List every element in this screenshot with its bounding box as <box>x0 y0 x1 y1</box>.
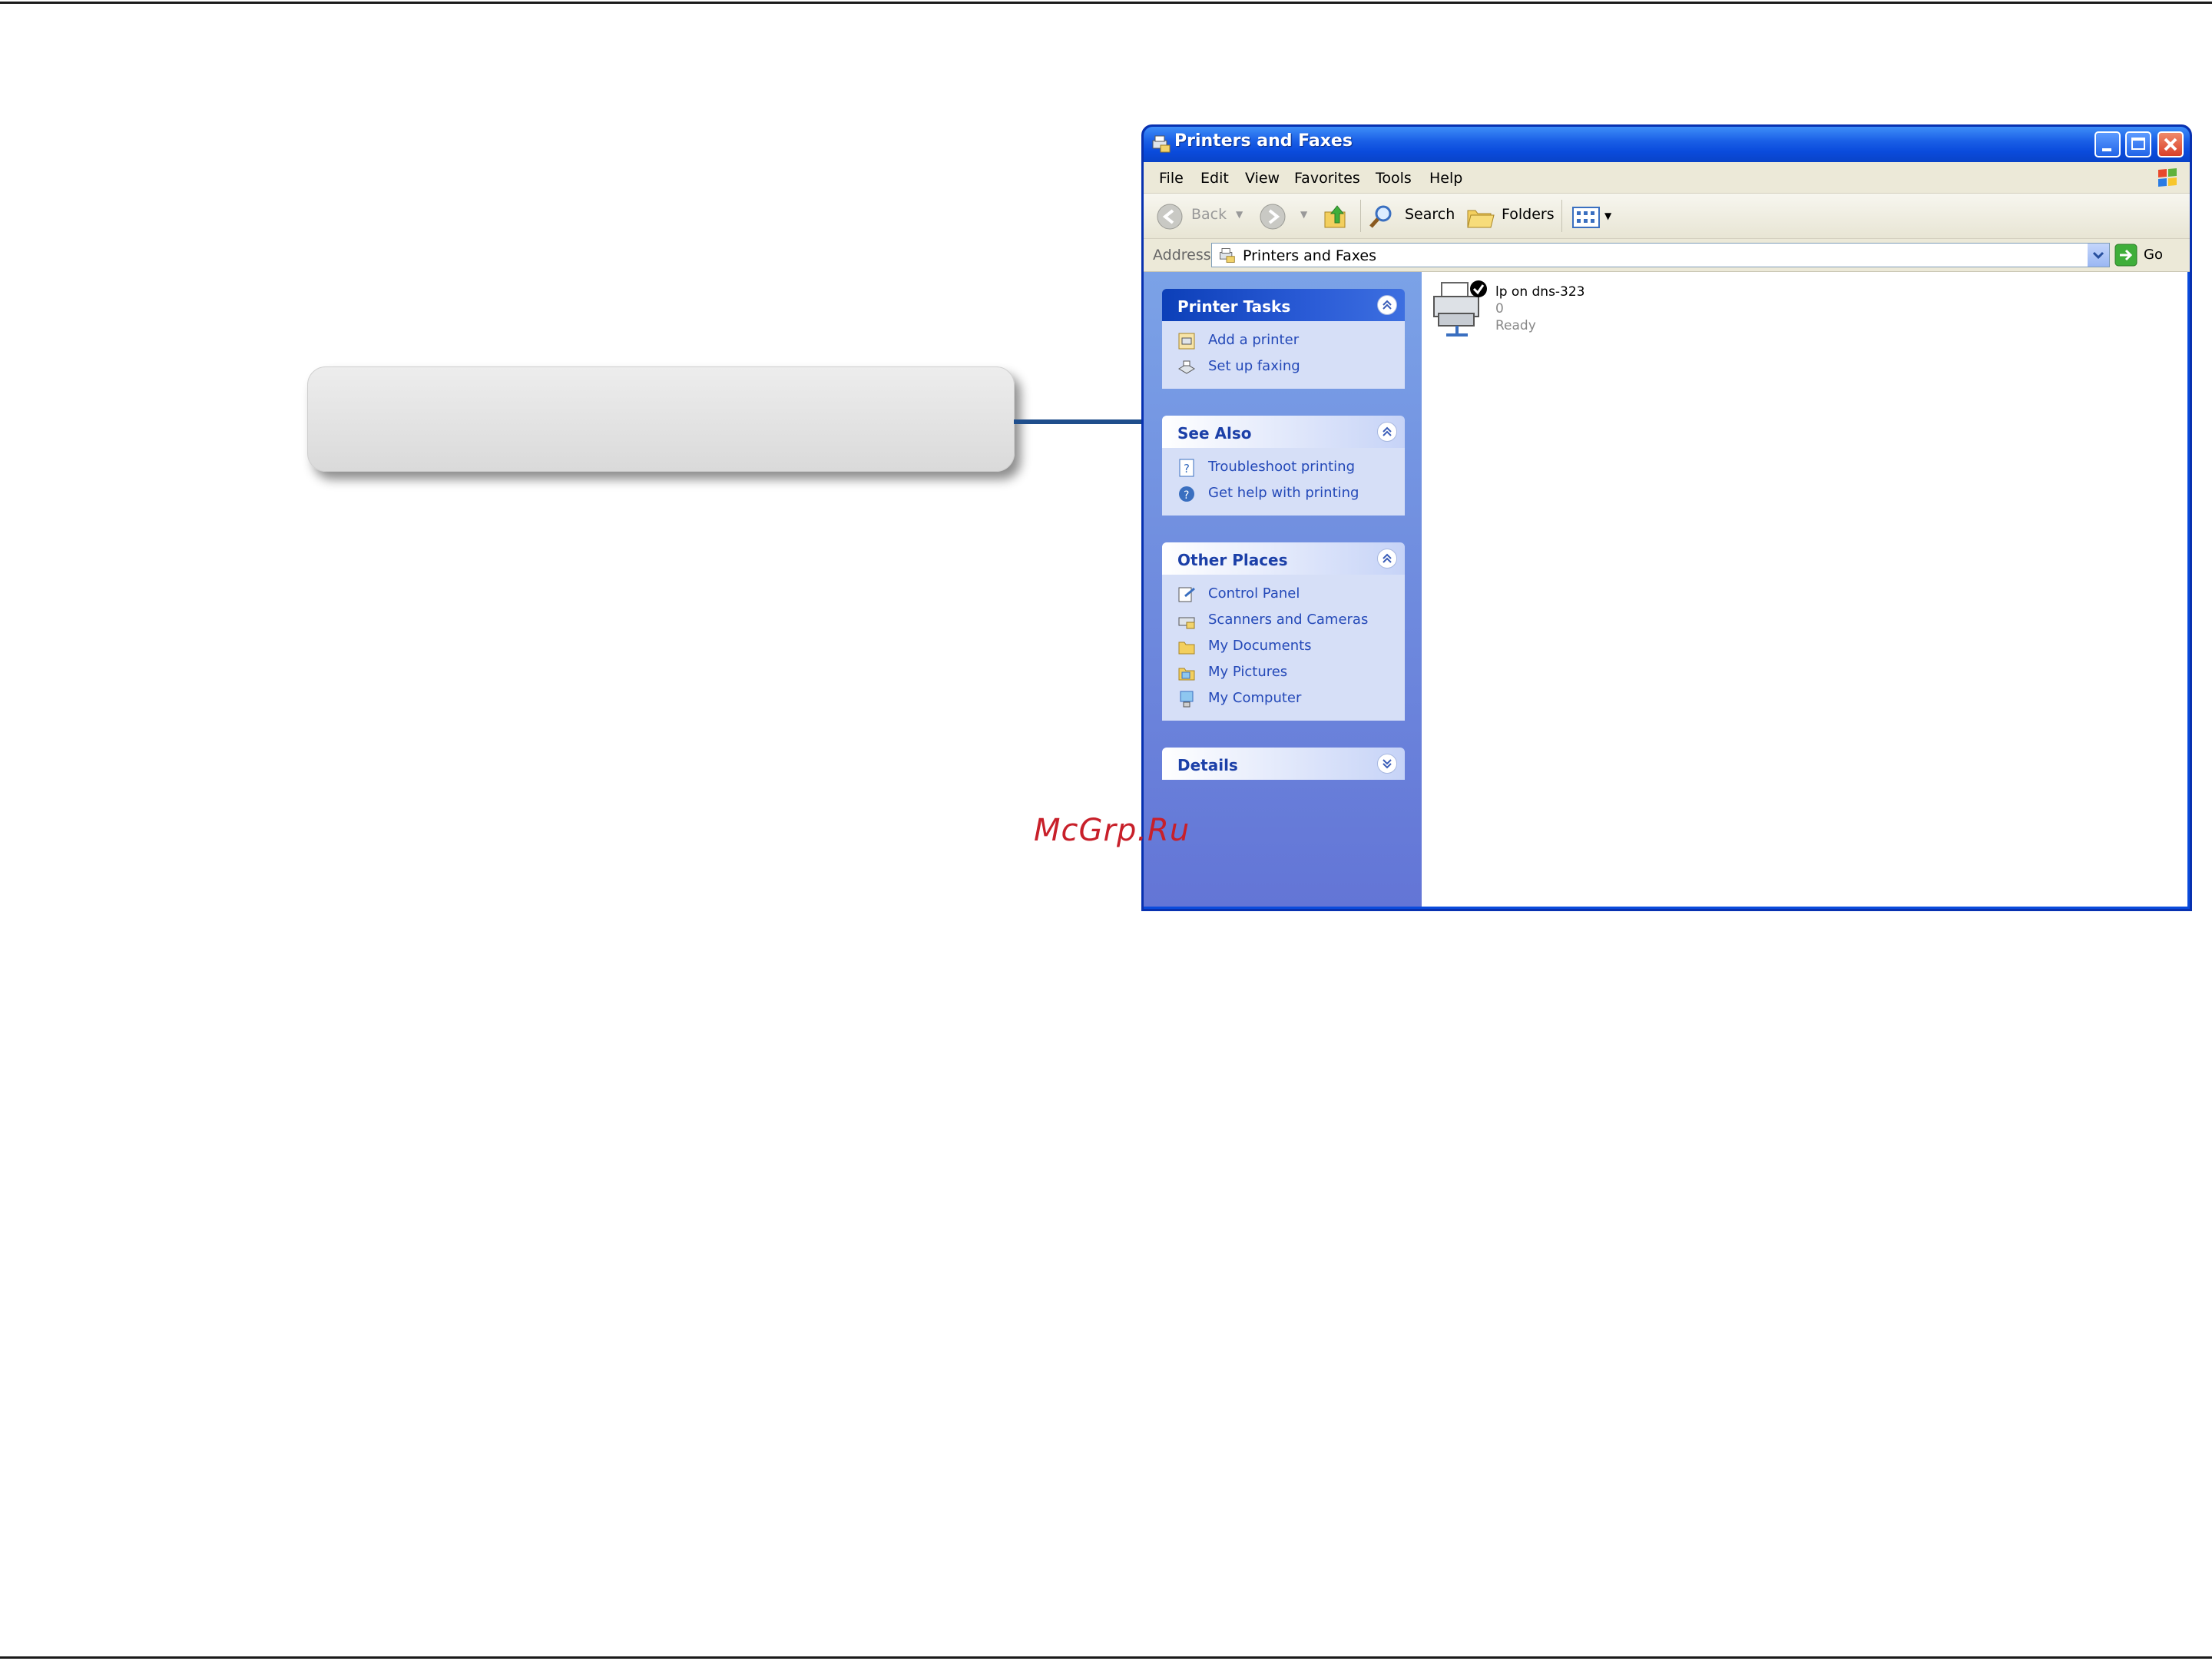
views-dropdown-icon[interactable]: ▼ <box>1604 211 1611 221</box>
forward-dropdown-icon[interactable]: ▼ <box>1300 209 1307 220</box>
panel-header[interactable]: Details <box>1162 748 1405 780</box>
collapse-chevron-icon[interactable] <box>1377 295 1397 315</box>
help-circle-icon: ? <box>1179 486 1194 502</box>
address-bar: Address Printers and Faxes Go <box>1144 239 2190 272</box>
address-field[interactable]: Printers and Faxes <box>1211 243 2110 267</box>
back-button[interactable]: Back <box>1191 206 1227 223</box>
windows-logo-icon <box>2158 168 2177 187</box>
panel-body: Add a printer Set up faxing <box>1162 321 1405 389</box>
item-label: My Documents <box>1208 638 1312 654</box>
menu-favorites[interactable]: Favorites <box>1294 170 1360 187</box>
menu-help[interactable]: Help <box>1429 170 1462 187</box>
panel-title: Details <box>1177 756 1238 774</box>
up-folder-icon[interactable] <box>1322 203 1349 230</box>
window-title: Printers and Faxes <box>1174 131 1353 151</box>
collapse-chevron-icon[interactable] <box>1377 549 1397 569</box>
link-scanners-and-cameras[interactable]: Scanners and Cameras <box>1162 607 1405 633</box>
menu-view[interactable]: View <box>1245 170 1280 187</box>
item-label: Get help with printing <box>1208 485 1359 501</box>
item-label: My Computer <box>1208 690 1302 706</box>
panel-body: Control Panel Scanners and Cameras My Do… <box>1162 575 1405 721</box>
close-button[interactable] <box>2157 131 2184 157</box>
minimize-button[interactable] <box>2094 131 2121 157</box>
panel-title: See Also <box>1177 424 1252 443</box>
control-panel-icon <box>1178 587 1195 602</box>
menu-bar: File Edit View Favorites Tools Help <box>1144 162 2190 194</box>
link-my-pictures[interactable]: My Pictures <box>1162 659 1405 685</box>
item-label: Scanners and Cameras <box>1208 612 1369 628</box>
panel-header[interactable]: See Also <box>1162 416 1405 448</box>
svg-text:?: ? <box>1184 489 1189 502</box>
scanner-icon <box>1178 617 1195 629</box>
panel-title: Printer Tasks <box>1177 297 1291 316</box>
panel-header[interactable]: Other Places <box>1162 542 1405 575</box>
item-label: My Pictures <box>1208 664 1288 680</box>
watermark: McGrp.Ru <box>1034 813 1190 848</box>
panel-details: Details <box>1162 748 1405 780</box>
go-button[interactable]: Go <box>2144 247 2163 263</box>
task-set-up-faxing[interactable]: Set up faxing <box>1162 353 1405 380</box>
forward-arrow-icon[interactable] <box>1259 203 1286 230</box>
address-dropdown-button[interactable] <box>2088 244 2109 267</box>
printer-icon <box>1433 280 1487 337</box>
add-printer-icon <box>1178 333 1195 350</box>
link-control-panel[interactable]: Control Panel <box>1162 581 1405 607</box>
printers-list: lp on dns-323 0 Ready <box>1422 272 2187 907</box>
link-troubleshoot-printing[interactable]: ? Troubleshoot printing <box>1162 454 1405 480</box>
maximize-button[interactable] <box>2125 131 2151 157</box>
printer-folder-icon <box>1220 248 1235 263</box>
search-icon[interactable] <box>1368 203 1396 230</box>
toolbar: Back ▼ ▼ Search Folders ▼ <box>1144 194 2190 239</box>
panel-other-places: Other Places Control Panel Scanners and … <box>1162 542 1405 721</box>
fax-icon <box>1178 360 1195 374</box>
printer-jobs: 0 <box>1495 301 1504 317</box>
address-value: Printers and Faxes <box>1243 247 1377 264</box>
back-arrow-icon[interactable] <box>1156 203 1184 230</box>
toolbar-separator <box>1561 200 1562 232</box>
item-label: Troubleshoot printing <box>1208 459 1355 475</box>
link-my-computer[interactable]: My Computer <box>1162 685 1405 711</box>
panel-body: ? Troubleshoot printing ? Get help with … <box>1162 448 1405 516</box>
menu-tools[interactable]: Tools <box>1376 170 1412 187</box>
menu-file[interactable]: File <box>1159 170 1184 187</box>
address-label: Address <box>1153 247 1211 264</box>
printers-window: Printers and Faxes File Edit View Favori… <box>1141 124 2192 911</box>
item-label: Control Panel <box>1208 585 1300 602</box>
task-pane: Printer Tasks Add a printer Set up faxin… <box>1144 272 1422 907</box>
back-dropdown-icon[interactable]: ▼ <box>1236 209 1243 220</box>
task-add-printer[interactable]: Add a printer <box>1162 327 1405 353</box>
toolbar-separator <box>1360 200 1361 232</box>
my-computer-icon <box>1180 691 1194 708</box>
close-icon <box>2164 138 2177 151</box>
my-pictures-icon <box>1178 668 1195 681</box>
help-page-icon: ? <box>1179 459 1194 477</box>
folders-icon[interactable] <box>1465 203 1495 230</box>
search-button[interactable]: Search <box>1405 206 1455 223</box>
link-my-documents[interactable]: My Documents <box>1162 633 1405 659</box>
panel-see-also: See Also ? Troubleshoot printing ? Get h… <box>1162 416 1405 516</box>
panel-printer-tasks: Printer Tasks Add a printer Set up faxin… <box>1162 289 1405 389</box>
printer-folder-icon <box>1152 135 1171 153</box>
panel-header[interactable]: Printer Tasks <box>1162 289 1405 321</box>
chevron-down-icon <box>2092 251 2104 260</box>
title-bar[interactable]: Printers and Faxes <box>1144 127 2190 162</box>
item-label: Set up faxing <box>1208 358 1300 374</box>
svg-text:?: ? <box>1184 462 1190 476</box>
go-arrow-icon[interactable] <box>2114 244 2137 267</box>
collapse-chevron-icon[interactable] <box>1377 422 1397 442</box>
link-get-help-with-printing[interactable]: ? Get help with printing <box>1162 480 1405 506</box>
views-icon[interactable] <box>1571 203 1601 230</box>
printer-status: Ready <box>1495 318 1536 333</box>
folders-button[interactable]: Folders <box>1502 206 1555 223</box>
panel-title: Other Places <box>1177 551 1288 569</box>
menu-edit[interactable]: Edit <box>1200 170 1229 187</box>
my-documents-icon <box>1178 642 1195 655</box>
printer-name: lp on dns-323 <box>1495 284 1585 300</box>
item-label: Add a printer <box>1208 332 1300 348</box>
expand-chevron-icon[interactable] <box>1377 754 1397 774</box>
printer-item[interactable]: lp on dns-323 0 Ready <box>1422 272 1621 349</box>
